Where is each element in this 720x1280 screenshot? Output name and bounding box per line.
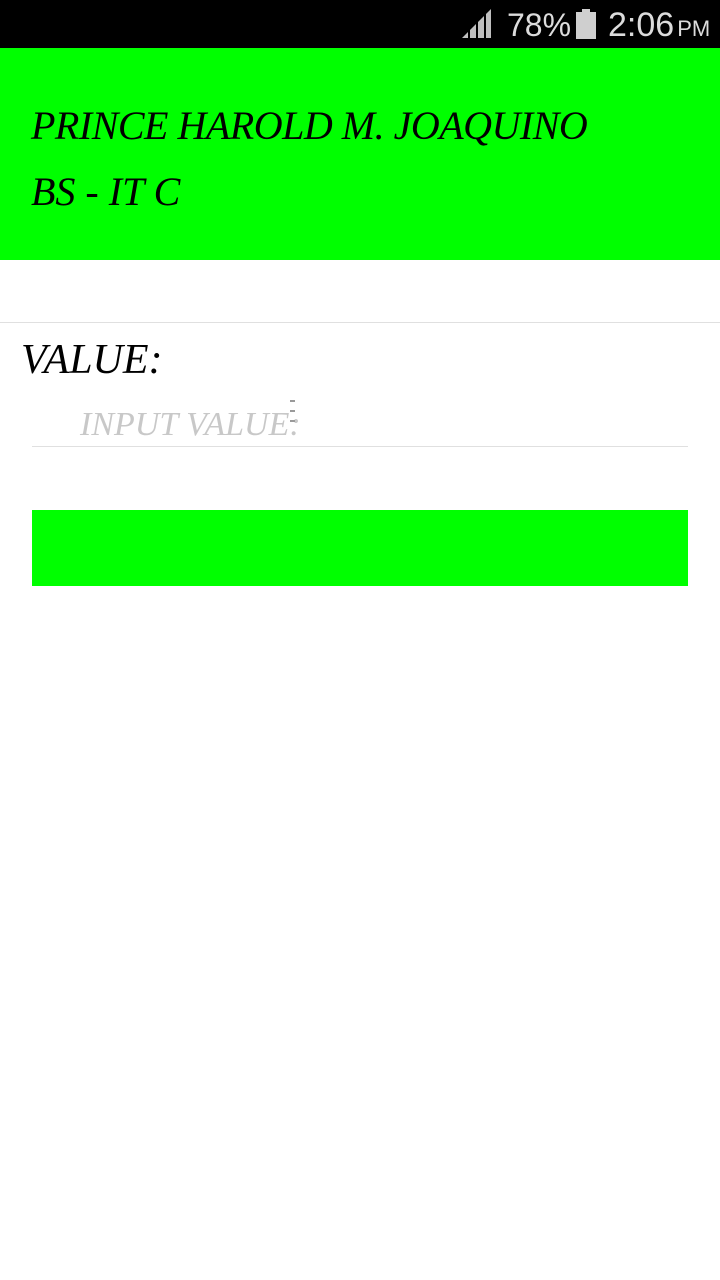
student-course: BS - IT C — [31, 169, 181, 214]
value-input-field[interactable]: INPUT VALUE: — [32, 396, 688, 447]
value-label: VALUE: — [21, 337, 163, 383]
app-header — [0, 48, 720, 260]
submit-button[interactable] — [32, 510, 688, 586]
cellular-signal-icon — [462, 9, 491, 38]
value-input-placeholder: INPUT VALUE: — [80, 406, 301, 443]
student-name: PRINCE HAROLD M. JOAQUINO — [31, 103, 588, 148]
clock: 2:06 PM — [608, 6, 710, 48]
divider — [0, 322, 720, 323]
battery-icon — [576, 9, 596, 39]
battery-percent: 78% — [507, 7, 572, 43]
clock-time: 2:06 — [608, 6, 675, 44]
status-bar: 78% 2:06 PM — [0, 0, 720, 48]
clock-ampm: PM — [677, 16, 711, 41]
text-cursor-icon — [290, 400, 295, 422]
